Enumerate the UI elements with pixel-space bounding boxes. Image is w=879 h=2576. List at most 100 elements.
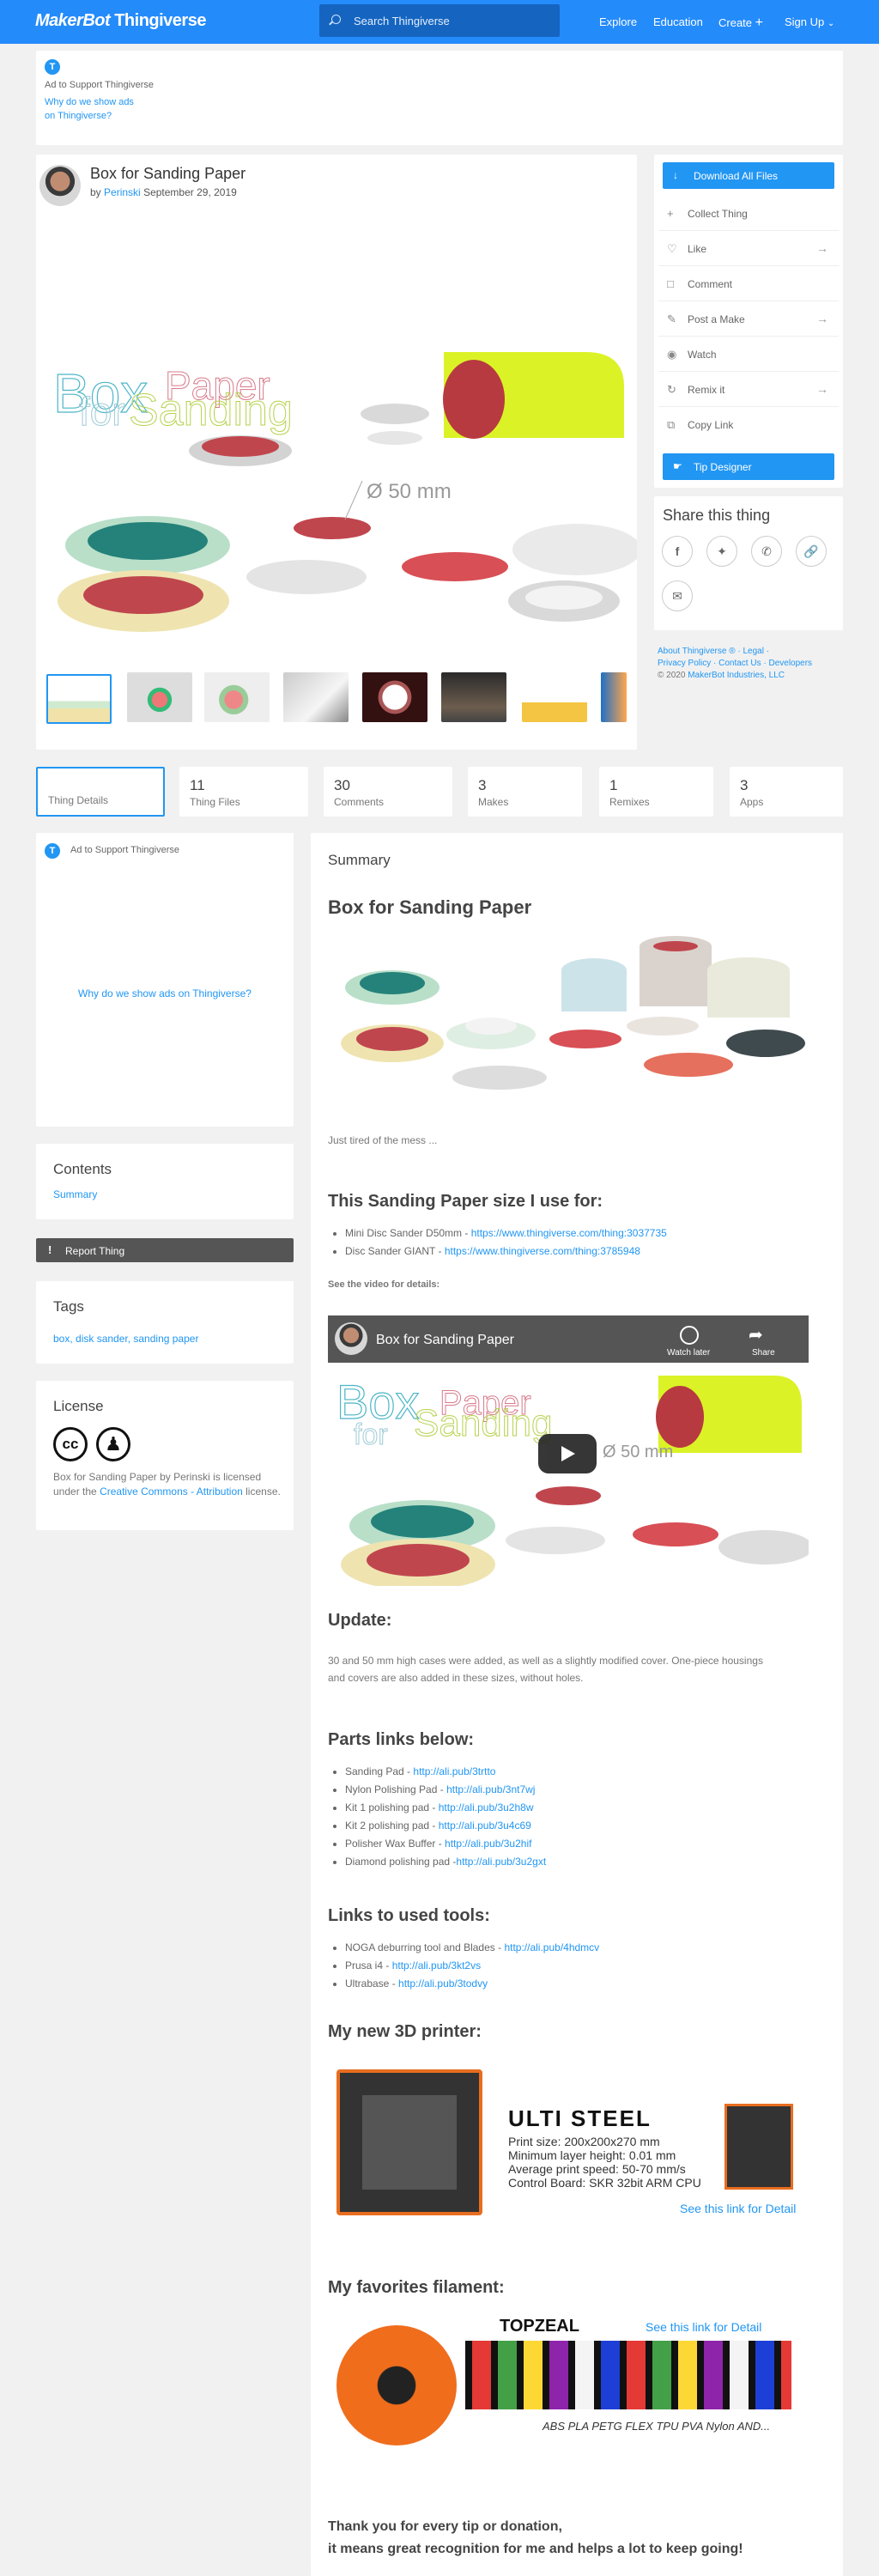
contents-summary-link[interactable]: Summary	[53, 1188, 97, 1200]
whatsapp-icon: ✆	[761, 544, 772, 558]
list-item: Diamond polishing pad -http://ali.pub/3u…	[345, 1853, 546, 1871]
footer-links-line1[interactable]: About Thingiverse ® · Legal ·	[658, 646, 812, 658]
part-link-5[interactable]: http://ali.pub/3u2hif	[445, 1838, 531, 1850]
tool-link-1[interactable]: http://ali.pub/4hdmcv	[504, 1941, 599, 1953]
size-link-2[interactable]: https://www.thingiverse.com/thing:378594…	[445, 1245, 640, 1257]
video-dimension-label: Ø 50 mm	[603, 1443, 673, 1461]
nav-sign-up[interactable]: Sign Up ⌄	[785, 15, 834, 28]
part-link-1[interactable]: http://ali.pub/3trtto	[413, 1765, 495, 1777]
tab-makes[interactable]: 3 Makes	[468, 767, 582, 817]
link-share-button[interactable]: 🔗	[796, 536, 827, 567]
tab-thing-files[interactable]: 11 Thing Files	[179, 767, 308, 817]
report-thing-button[interactable]: ! Report Thing	[36, 1238, 294, 1262]
filament-banner[interactable]: TOPZEAL See this link for Detail ABS PLA…	[328, 2308, 809, 2445]
footer-links-line2[interactable]: Privacy Policy · Contact Us · Developers	[658, 658, 812, 670]
search-input[interactable]: Search Thingiverse	[319, 4, 560, 37]
thumbnail-1[interactable]	[46, 674, 112, 724]
tool-link-3[interactable]: http://ali.pub/3todvy	[398, 1978, 488, 1990]
thingiverse-ad-badge: T	[45, 843, 60, 859]
printer-detail-link[interactable]: See this link for Detail	[680, 2202, 796, 2215]
tab-comments[interactable]: 30 Comments	[324, 767, 452, 817]
author-link[interactable]: Perinski	[104, 186, 141, 198]
part-link-4[interactable]: http://ali.pub/3u4c69	[439, 1820, 531, 1832]
part-link-3[interactable]: http://ali.pub/3u2h8w	[439, 1801, 534, 1814]
filament-heading: My favorites filament:	[328, 2278, 505, 2297]
thingiverse-logo[interactable]: MakerBot Thingiverse	[35, 11, 206, 31]
clock-icon[interactable]	[680, 1326, 699, 1345]
company-link[interactable]: MakerBot Industries, LLC	[688, 671, 785, 680]
video-channel-avatar[interactable]	[335, 1322, 367, 1355]
thumbnail-6[interactable]	[441, 672, 506, 722]
side-ad-container: T Ad to Support Thingiverse Why do we sh…	[36, 833, 294, 1127]
watch-button[interactable]: ◉ Watch	[658, 337, 839, 372]
twitter-share-button[interactable]: ✦	[706, 536, 737, 567]
facebook-share-button[interactable]: f	[662, 536, 693, 567]
logo-product: Thingiverse	[114, 11, 206, 30]
video-word-sanding: Sanding	[414, 1402, 552, 1444]
twitter-icon: ✦	[717, 544, 727, 558]
whatsapp-share-button[interactable]: ✆	[751, 536, 782, 567]
list-item: Sanding Pad - http://ali.pub/3trtto	[345, 1763, 546, 1781]
nav-sign-up-label: Sign Up	[785, 15, 825, 28]
tags-list[interactable]: box, disk sander, sanding paper	[53, 1333, 198, 1345]
tab-remixes[interactable]: 1 Remixes	[599, 767, 713, 817]
part-link-6[interactable]: http://ali.pub/3u2gxt	[456, 1856, 546, 1868]
thanks-text: Thank you for every tip or donation, it m…	[328, 2519, 743, 2556]
email-share-button[interactable]: ✉	[662, 580, 693, 611]
filament-types: ABS PLA PETG FLEX TPU PVA Nylon AND...	[543, 2420, 771, 2433]
share-arrow-icon[interactable]: ➦	[749, 1324, 763, 1346]
remix-button[interactable]: ↻ Remix it →	[658, 372, 839, 407]
comment-button[interactable]: □ Comment	[658, 266, 839, 301]
video-play-button[interactable]	[538, 1434, 597, 1473]
copyright: © 2020	[658, 671, 686, 680]
side-why-ads-link[interactable]: Why do we show ads on Thingiverse?	[36, 987, 294, 999]
nav-create-label: Create	[718, 16, 753, 29]
part-link-2[interactable]: http://ali.pub/3nt7wj	[446, 1783, 535, 1795]
thumbnail-8[interactable]	[601, 672, 627, 722]
thumbnail-7[interactable]	[522, 672, 587, 722]
video-embed[interactable]: Box Paper Sanding for Ø 50 mm Box for Sa…	[328, 1315, 809, 1586]
report-icon: !	[48, 1243, 52, 1256]
copy-link-button[interactable]: ⧉ Copy Link	[658, 407, 839, 442]
collect-thing-button[interactable]: + Collect Thing	[658, 196, 839, 231]
nav-explore[interactable]: Explore	[599, 15, 637, 28]
why-ads-link[interactable]: Why do we show ads on Thingiverse?	[45, 95, 134, 123]
tags-card: Tags box, disk sander, sanding paper	[36, 1281, 294, 1364]
sizes-list: Mini Disc Sander D50mm - https://www.thi…	[345, 1224, 667, 1261]
size-link-1[interactable]: https://www.thingiverse.com/thing:303773…	[471, 1227, 667, 1239]
download-all-button[interactable]: ↓ Download All Files	[663, 162, 834, 189]
printer-banner[interactable]: ULTI STEEL Print size: 200x200x270 mm Min…	[328, 2061, 809, 2224]
nav-education[interactable]: Education	[653, 15, 703, 28]
video-title[interactable]: Box for Sanding Paper	[376, 1333, 514, 1348]
thumbnail-3[interactable]	[204, 672, 270, 722]
plus-icon: +	[667, 207, 674, 220]
thumbnail-5[interactable]	[362, 672, 427, 722]
tip-designer-button[interactable]: ☛ Tip Designer	[663, 453, 834, 480]
post-a-make-button[interactable]: ✎ Post a Make →	[658, 301, 839, 337]
list-item: Ultrabase - http://ali.pub/3todvy	[345, 1975, 599, 1993]
creative-commons-icon: cc	[53, 1427, 88, 1461]
logo-brand: MakerBot	[35, 11, 111, 30]
search-icon	[331, 15, 341, 24]
license-link[interactable]: Creative Commons - Attribution	[100, 1485, 243, 1498]
tags-title: Tags	[53, 1298, 84, 1315]
action-list: + Collect Thing ♡ Like → □ Comment ✎ Post a M…	[658, 196, 839, 453]
main-thing-image[interactable]: Box for Paper Sanding Ø 50 mm	[36, 215, 637, 644]
thumbnail-4[interactable]	[283, 672, 349, 722]
filament-spools-row	[465, 2341, 791, 2409]
link-icon: 🔗	[803, 544, 819, 558]
nav-create[interactable]: Create +	[718, 15, 763, 31]
summary-label: Summary	[328, 852, 391, 868]
author-avatar[interactable]	[39, 165, 81, 206]
list-item: Kit 2 polishing pad - http://ali.pub/3u4…	[345, 1817, 546, 1835]
tab-thing-details[interactable]: Thing Details	[36, 767, 165, 817]
play-icon	[561, 1446, 575, 1461]
video-share-label: Share	[752, 1348, 775, 1358]
video-word-for: for	[354, 1419, 388, 1451]
tab-apps[interactable]: 3 Apps	[730, 767, 843, 817]
like-button[interactable]: ♡ Like →	[658, 231, 839, 266]
tool-link-2[interactable]: http://ali.pub/3kt2vs	[392, 1959, 481, 1971]
filament-detail-link[interactable]: See this link for Detail	[646, 2320, 761, 2334]
list-item: Kit 1 polishing pad - http://ali.pub/3u2…	[345, 1799, 546, 1817]
thumbnail-2[interactable]	[127, 672, 192, 722]
